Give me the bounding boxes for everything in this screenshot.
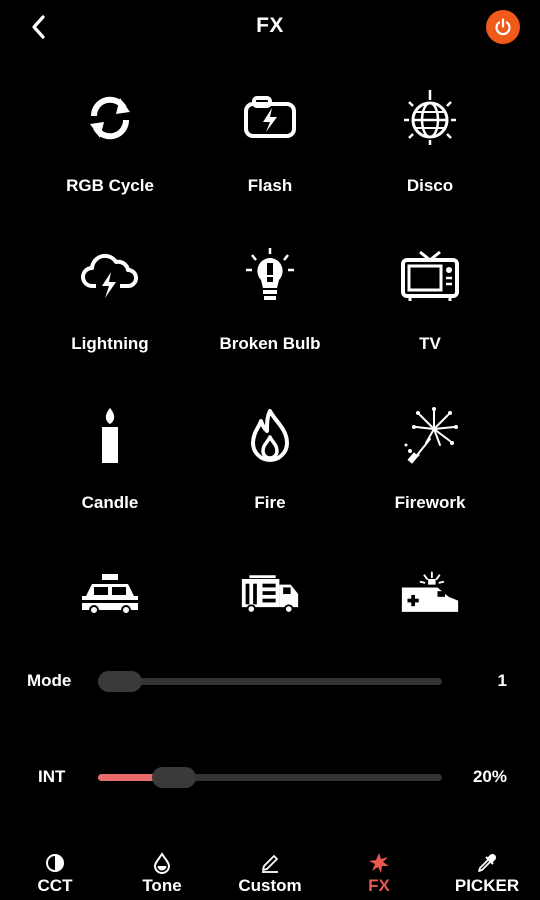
- effect-rgb-cycle[interactable]: RGB Cycle: [30, 80, 190, 230]
- int-slider[interactable]: [98, 767, 442, 788]
- effect-label: Lightning: [71, 334, 149, 353]
- effect-police-car[interactable]: [30, 556, 190, 626]
- effect-candle[interactable]: Candle: [30, 397, 190, 547]
- effect-flash[interactable]: Flash: [190, 80, 350, 230]
- page-title: FX: [256, 14, 284, 37]
- mode-value: 1: [497, 671, 507, 690]
- rgb-cycle-icon: [90, 96, 130, 140]
- bottom-tab-bar: CCT Tone Custom FX PICKER: [0, 846, 540, 900]
- effect-label: RGB Cycle: [66, 176, 154, 195]
- eyedropper-icon: [478, 853, 497, 872]
- tab-label: FX: [368, 876, 390, 895]
- tab-picker[interactable]: PICKER: [446, 846, 528, 900]
- effect-fire-truck[interactable]: [190, 556, 350, 626]
- effect-label: Fire: [254, 493, 286, 512]
- effect-ambulance[interactable]: [350, 556, 510, 626]
- candle-icon: [102, 408, 118, 463]
- tv-icon: [401, 250, 459, 301]
- ambulance-icon: [401, 571, 459, 612]
- power-icon: [495, 18, 511, 36]
- header: FX: [0, 0, 540, 56]
- fire-truck-icon: [241, 575, 299, 614]
- int-label: INT: [38, 767, 66, 786]
- effect-label: TV: [419, 334, 441, 353]
- tab-label: Custom: [238, 876, 302, 895]
- tab-fx[interactable]: FX: [354, 846, 404, 900]
- power-button[interactable]: [486, 10, 520, 44]
- droplet-icon: [153, 852, 171, 874]
- effect-label: Flash: [247, 176, 293, 195]
- disco-ball-icon: [404, 90, 456, 145]
- tab-tone[interactable]: Tone: [130, 846, 194, 900]
- effect-broken-bulb[interactable]: Broken Bulb: [190, 238, 350, 388]
- effect-label: Firework: [394, 493, 466, 512]
- effect-label: Candle: [81, 493, 139, 512]
- cct-icon: [46, 854, 64, 872]
- effect-label: Disco: [406, 176, 454, 195]
- effect-firework[interactable]: Firework: [350, 397, 510, 547]
- effect-lightning[interactable]: Lightning: [30, 238, 190, 388]
- mode-slider-thumb[interactable]: [98, 671, 142, 692]
- effect-fire[interactable]: Fire: [190, 397, 350, 547]
- effect-label: Broken Bulb: [219, 334, 321, 353]
- int-slider-row: INT 20%: [0, 757, 540, 797]
- mode-slider-row: Mode 1: [0, 661, 540, 701]
- mode-slider[interactable]: [98, 671, 442, 692]
- fire-icon: [251, 409, 289, 462]
- tab-label: CCT: [37, 876, 73, 895]
- int-value: 20%: [472, 767, 507, 786]
- effect-disco[interactable]: Disco: [350, 80, 510, 230]
- tab-custom[interactable]: Custom: [226, 846, 314, 900]
- effect-tv[interactable]: TV: [350, 238, 510, 388]
- lightning-cloud-icon: [81, 253, 138, 298]
- fx-icon: [369, 853, 389, 873]
- int-slider-thumb[interactable]: [152, 767, 197, 788]
- tab-label: PICKER: [454, 876, 520, 895]
- firework-icon: [404, 407, 458, 464]
- flash-icon: [244, 96, 296, 138]
- mode-label: Mode: [27, 671, 72, 690]
- police-car-icon: [82, 574, 138, 615]
- tab-label: Tone: [142, 876, 182, 895]
- pencil-icon: [262, 855, 278, 873]
- tab-cct[interactable]: CCT: [26, 846, 84, 900]
- broken-bulb-icon: [246, 248, 294, 300]
